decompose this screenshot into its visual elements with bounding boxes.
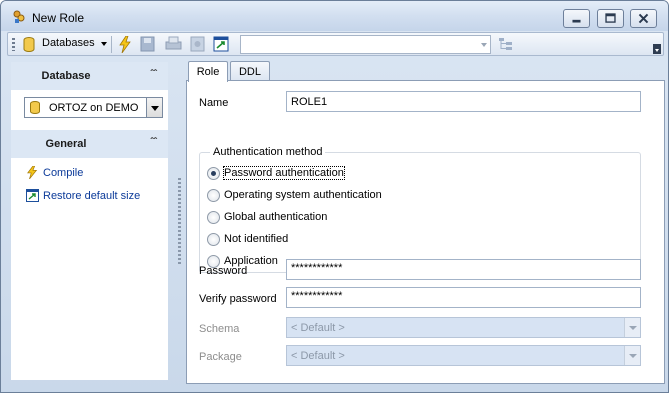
tab-ddl-label: DDL (238, 66, 261, 78)
general-section-title: General (45, 138, 87, 150)
tab-role-label: Role (196, 66, 220, 78)
main-toolbar: Databases (7, 32, 664, 56)
password-value: ************ (291, 262, 343, 274)
radio-label: Password authentication (223, 166, 345, 180)
editor-panel: Role DDL Name ROLE1 Authentication metho… (186, 59, 665, 384)
save-icon[interactable] (140, 36, 155, 52)
close-icon (638, 13, 649, 24)
name-field[interactable]: ROLE1 (286, 91, 641, 112)
navigation-panel: Database ˆˆ ORTOZ on DEMO General ˆˆ Com… (11, 62, 168, 380)
general-section-header[interactable]: General ˆˆ (11, 130, 168, 158)
restore-default-size-label: Restore default size (43, 190, 141, 202)
password-label: Password (199, 265, 248, 277)
panel-splitter[interactable] (178, 178, 181, 266)
chevron-down-icon (481, 43, 487, 47)
schema-select[interactable]: < Default > (286, 317, 641, 338)
database-icon (23, 37, 35, 52)
radio-selected-icon (207, 167, 220, 180)
verify-password-field[interactable]: ************ (286, 287, 641, 308)
print-icon[interactable] (165, 36, 182, 52)
schema-value: < Default > (291, 322, 345, 334)
chevron-down-icon (151, 106, 159, 111)
radio-label: Not identified (224, 233, 289, 245)
tree-view-icon[interactable] (498, 37, 514, 51)
restore-size-icon (26, 189, 39, 202)
role-tab-page: Name ROLE1 Authentication method Passwor… (186, 80, 665, 384)
compile-bolt-icon[interactable] (118, 36, 132, 53)
database-icon (30, 101, 40, 114)
radio-label: Global authentication (224, 211, 328, 223)
maximize-button[interactable] (597, 9, 624, 28)
authentication-method-group: Authentication method Password authentic… (199, 146, 641, 273)
compile-bolt-icon (27, 166, 38, 179)
restore-size-icon[interactable] (213, 36, 229, 52)
collapse-chevron-icon[interactable]: ˆˆ (150, 137, 157, 148)
chevron-down-icon (629, 326, 637, 330)
close-button[interactable] (630, 9, 657, 28)
minimize-icon (572, 19, 581, 23)
package-dropdown-button[interactable] (624, 346, 640, 365)
radio-icon (207, 211, 220, 224)
database-dropdown-button[interactable] (146, 98, 162, 117)
role-app-icon (13, 10, 25, 23)
properties-icon[interactable] (190, 36, 205, 52)
tab-role[interactable]: Role (188, 61, 228, 82)
toolbar-separator (111, 36, 112, 53)
name-value: ROLE1 (291, 96, 328, 108)
schema-label: Schema (199, 323, 240, 335)
tab-ddl[interactable]: DDL (230, 61, 270, 81)
package-select[interactable]: < Default > (286, 345, 641, 366)
password-field[interactable]: ************ (286, 259, 641, 280)
collapse-chevron-icon[interactable]: ˆˆ (150, 69, 157, 80)
verify-password-label: Verify password (199, 293, 277, 305)
selected-database: ORTOZ on DEMO (49, 102, 139, 114)
name-label: Name (199, 97, 229, 109)
toolbar-grip[interactable] (12, 38, 15, 51)
chevron-down-icon (629, 354, 637, 358)
databases-label: Databases (42, 37, 95, 49)
radio-label: Operating system authentication (224, 189, 382, 201)
title-bar: New Role (1, 1, 668, 31)
package-value: < Default > (291, 350, 345, 362)
database-select[interactable]: ORTOZ on DEMO (24, 97, 163, 118)
verify-password-value: ************ (291, 290, 343, 302)
radio-icon (207, 233, 220, 246)
window-title: New Role (32, 11, 85, 25)
database-section-header[interactable]: Database ˆˆ (11, 62, 168, 90)
compile-link-label: Compile (43, 167, 84, 179)
minimize-button[interactable] (563, 9, 590, 28)
chevron-down-icon (101, 42, 107, 46)
databases-dropdown-button[interactable]: Databases (21, 35, 113, 54)
new-role-window: New Role Databases Database ˆˆ ORTOZ on … (0, 0, 669, 393)
database-section-title: Database (41, 70, 91, 82)
toolbar-object-combo[interactable] (240, 35, 491, 54)
maximize-icon (605, 13, 616, 23)
package-label: Package (199, 351, 242, 363)
authentication-method-legend: Authentication method (210, 146, 326, 158)
schema-dropdown-button[interactable] (624, 318, 640, 337)
toolbar-options-icon[interactable] (653, 44, 661, 54)
radio-icon (207, 189, 220, 202)
